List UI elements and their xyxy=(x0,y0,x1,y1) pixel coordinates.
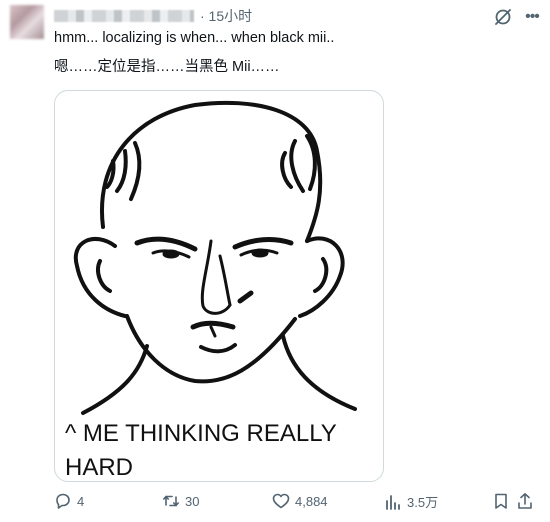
image-caption-line-1: ^ ME THINKING REALLY xyxy=(65,420,337,447)
post-header: · 15小时 xyxy=(54,7,252,25)
reply-button[interactable]: 4 xyxy=(54,492,84,510)
share-icon xyxy=(518,493,532,509)
like-button[interactable]: 4,884 xyxy=(272,492,328,510)
repost-button[interactable]: 30 xyxy=(162,492,199,510)
reply-count: 4 xyxy=(77,493,85,509)
more-icon[interactable]: ••• xyxy=(522,8,542,26)
post-text-line-2: 嗯……定位是指……当黑色 Mii…… xyxy=(54,59,280,75)
reply-icon xyxy=(56,493,70,509)
views-icon xyxy=(386,494,400,510)
views-button[interactable]: 3.5万 xyxy=(384,492,438,511)
grok-icon[interactable] xyxy=(493,7,513,27)
image-caption-line-2: HARD xyxy=(65,454,134,481)
image-caption: ^ ME THINKING REALLY HARD xyxy=(65,417,365,481)
post-image[interactable]: ^ ME THINKING REALLY HARD xyxy=(54,90,384,482)
repost-count: 30 xyxy=(185,493,200,509)
bookmark-button[interactable] xyxy=(492,492,510,515)
post-time[interactable]: · 15小时 xyxy=(200,6,252,26)
action-bar: 4 30 4,884 3.5万 xyxy=(54,492,532,515)
heart-icon xyxy=(272,493,290,509)
share-button[interactable] xyxy=(516,492,534,515)
like-count: 4,884 xyxy=(295,493,328,509)
avatar[interactable] xyxy=(10,5,44,39)
views-count: 3.5万 xyxy=(407,495,439,510)
repost-icon xyxy=(163,495,179,507)
post-text-line-1: hmm... localizing is when... when black … xyxy=(54,30,335,46)
author-name-blurred[interactable] xyxy=(54,10,194,22)
bookmark-icon xyxy=(495,493,507,509)
